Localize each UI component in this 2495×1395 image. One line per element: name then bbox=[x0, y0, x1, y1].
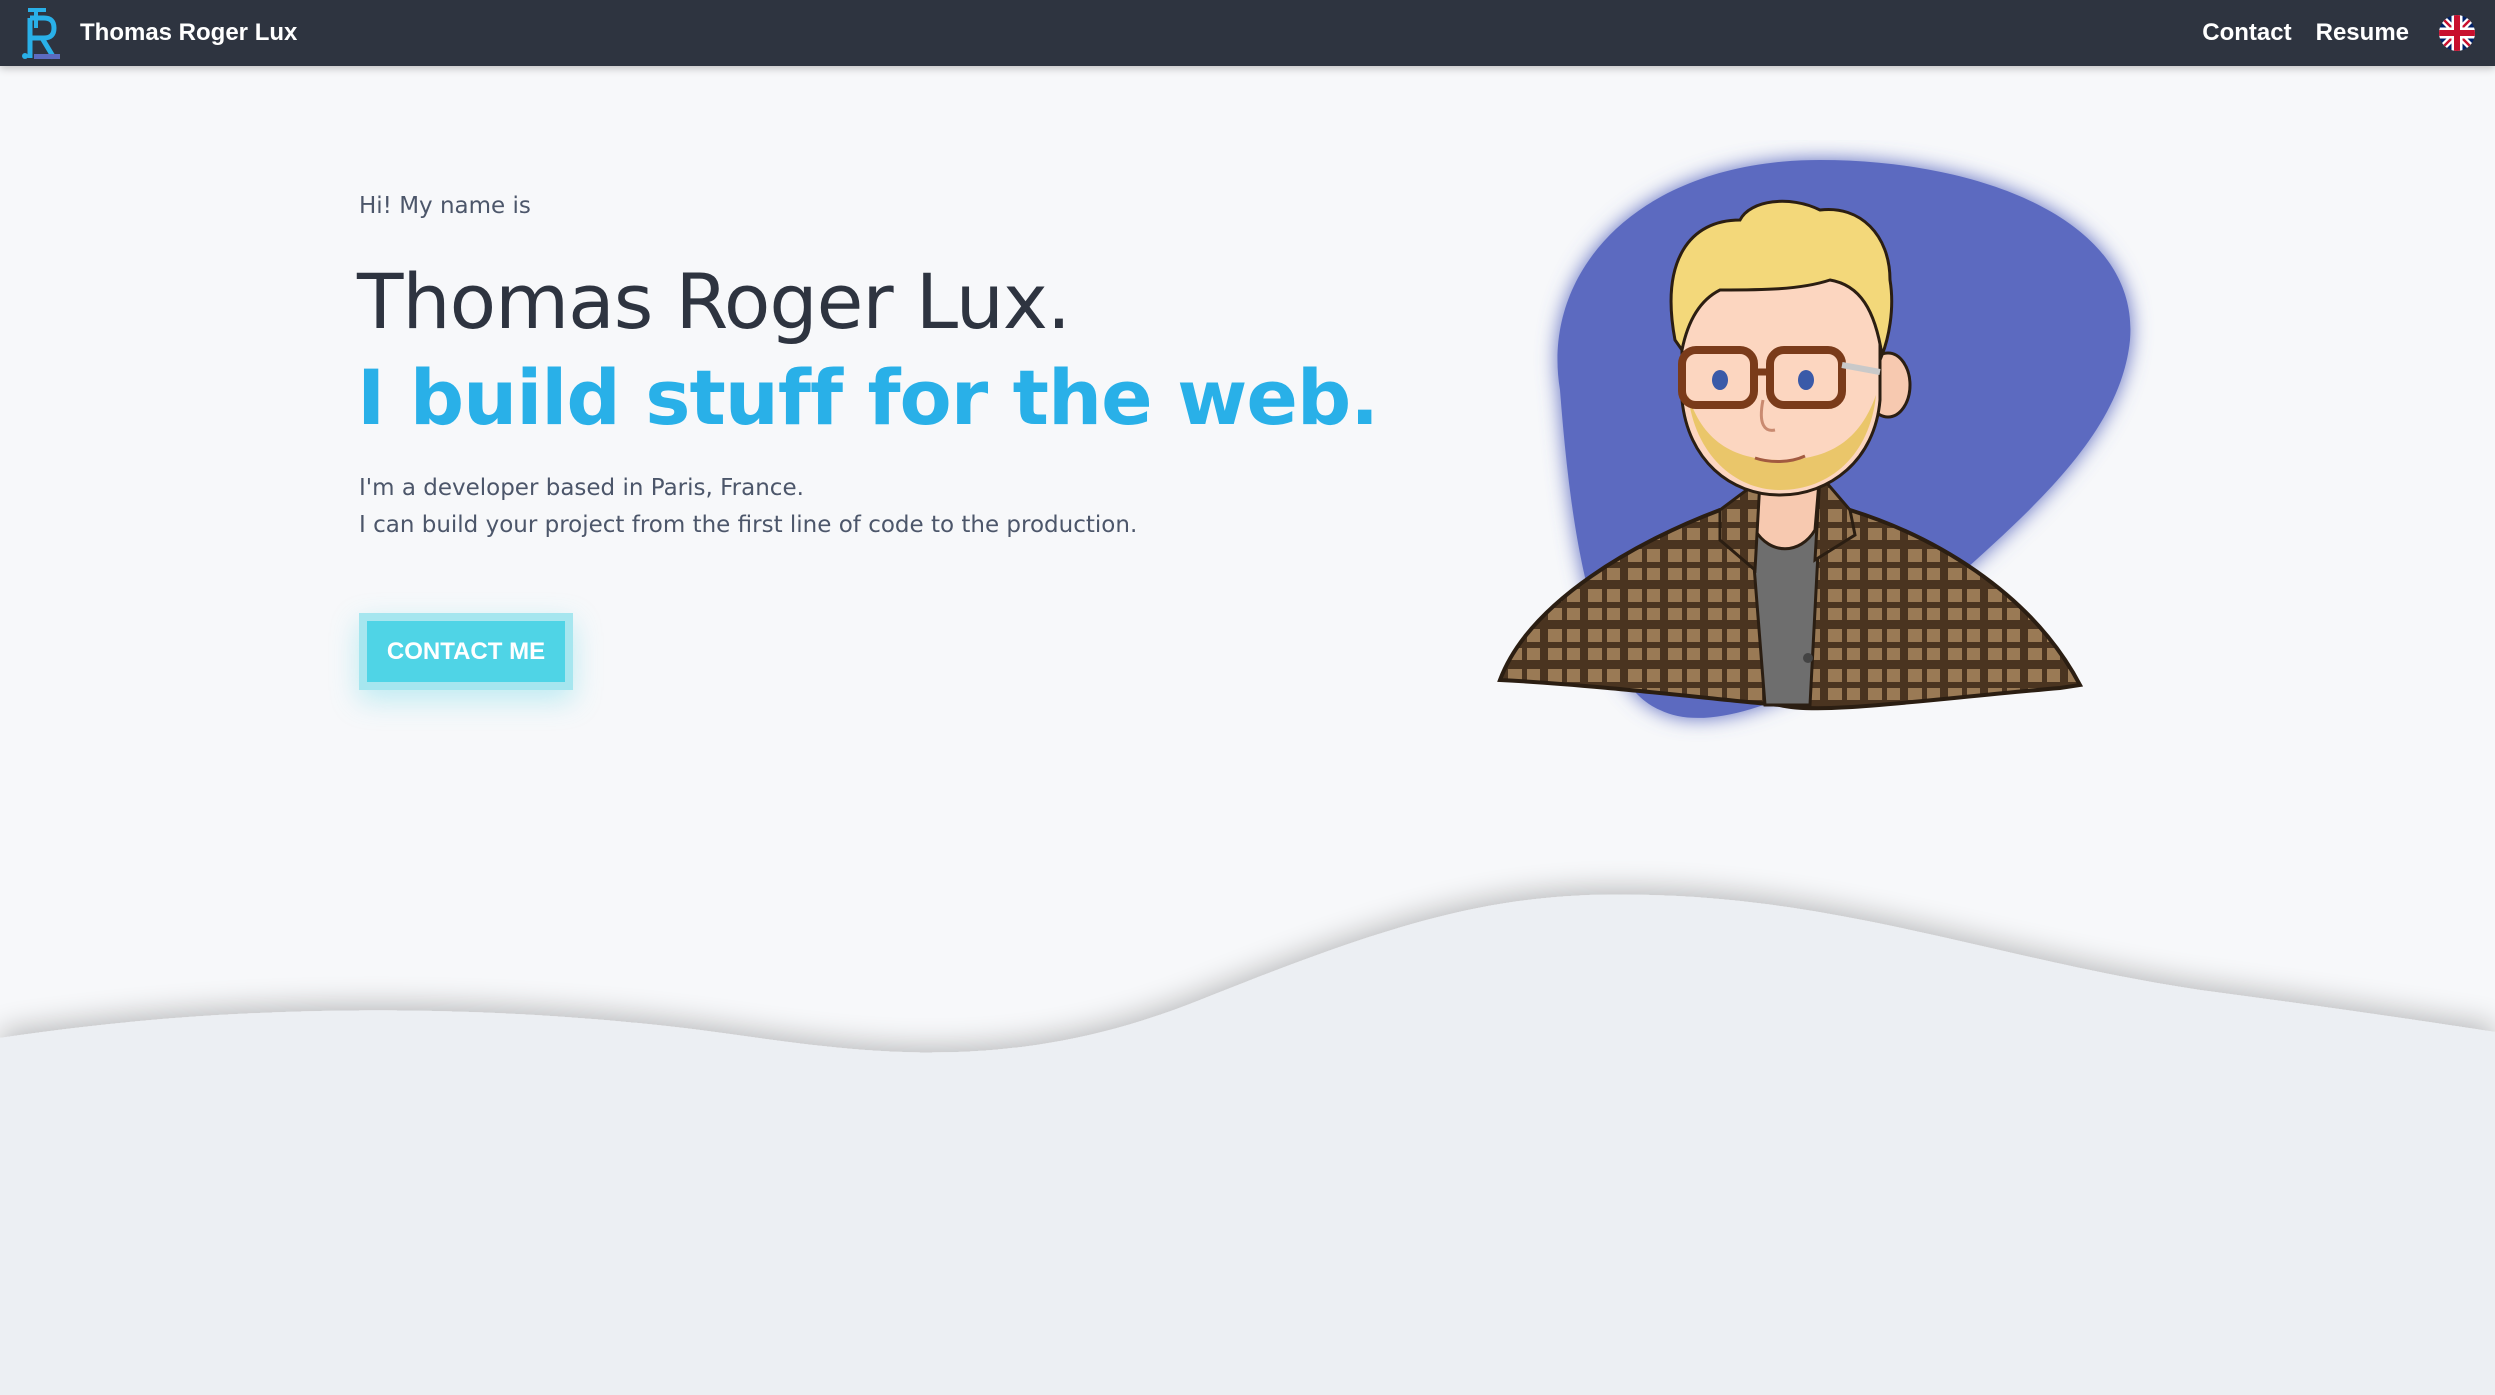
top-navbar: Thomas Roger Lux Contact Resume bbox=[0, 0, 2495, 66]
cartoon-portrait-illustration bbox=[1497, 160, 2131, 718]
language-switcher[interactable] bbox=[2439, 15, 2475, 51]
avatar-illustration bbox=[1420, 140, 2180, 760]
hero-tagline: I build stuff for the web. bbox=[357, 353, 1379, 442]
hero-name-heading: Thomas Roger Lux. bbox=[357, 257, 1071, 346]
uk-flag-icon bbox=[2439, 15, 2475, 51]
wave-divider bbox=[0, 850, 2495, 1395]
brand-name: Thomas Roger Lux bbox=[80, 19, 298, 46]
nav-link-resume[interactable]: Resume bbox=[2316, 19, 2409, 47]
nav-link-contact[interactable]: Contact bbox=[2202, 19, 2291, 47]
hero-intro: I'm a developer based in Paris, France. … bbox=[359, 470, 1137, 544]
page: Thomas Roger Lux Contact Resume Hi! My n… bbox=[0, 0, 2495, 1395]
tr-logo-icon bbox=[22, 8, 60, 60]
hero-greeting: Hi! My name is bbox=[359, 193, 531, 219]
contact-me-button[interactable]: CONTACT ME bbox=[359, 613, 573, 690]
brand-home-link[interactable]: Thomas Roger Lux bbox=[20, 0, 297, 66]
intro-line: I'm a developer based in Paris, France. bbox=[359, 475, 804, 501]
intro-line: I can build your project from the first … bbox=[359, 512, 1138, 538]
nav-links: Contact Resume bbox=[2178, 0, 2475, 66]
